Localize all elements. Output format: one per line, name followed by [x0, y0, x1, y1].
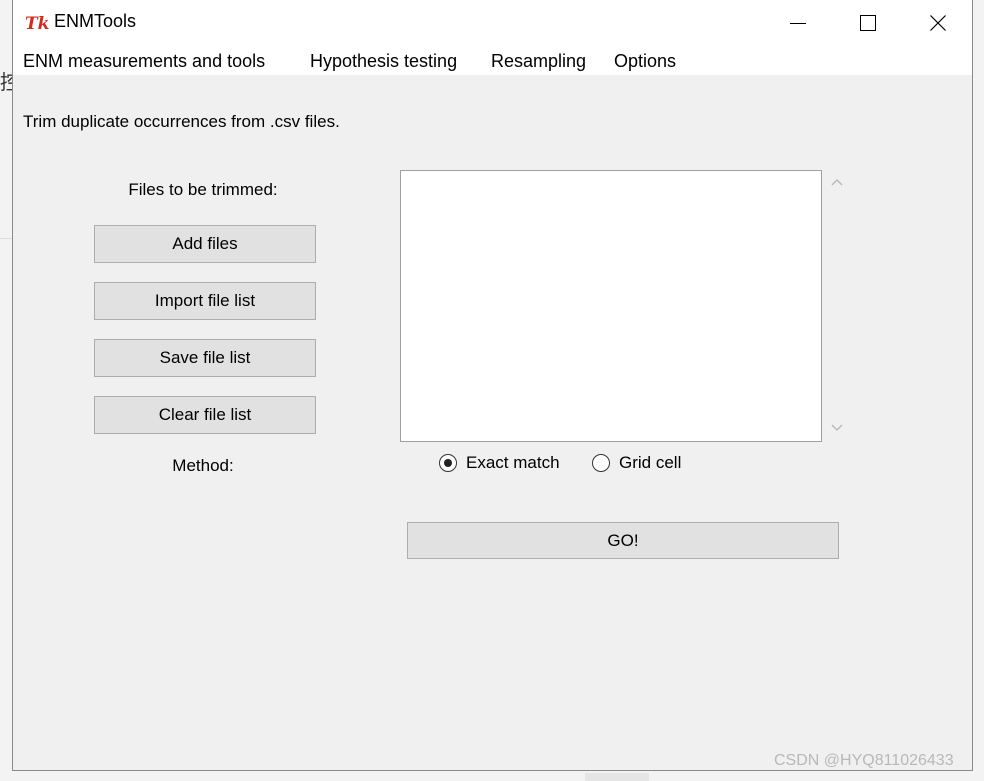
menu-bar: ENM measurements and tools Hypothesis te…	[13, 45, 972, 75]
title-bar[interactable]: Tk ENMTools	[13, 0, 972, 45]
clear-file-list-button[interactable]: Clear file list	[94, 396, 316, 434]
scroll-down-icon[interactable]	[831, 424, 843, 432]
window-title: ENMTools	[54, 11, 137, 31]
files-to-trim-label: Files to be trimmed:	[128, 180, 278, 199]
save-file-list-button[interactable]: Save file list	[94, 339, 316, 377]
maximize-icon	[860, 15, 876, 31]
file-list-scrollbar[interactable]	[824, 170, 851, 442]
minimize-button[interactable]	[763, 0, 833, 45]
radio-unselected-icon[interactable]	[592, 454, 610, 472]
close-icon	[930, 15, 946, 31]
radio-selected-icon[interactable]	[439, 454, 457, 472]
radio-exact-match-label: Exact match	[466, 453, 560, 472]
menu-options[interactable]: Options	[614, 51, 676, 72]
radio-grid-cell-label: Grid cell	[619, 453, 682, 472]
background-taskbar-fragment	[585, 773, 649, 781]
tk-logo-icon: Tk	[25, 14, 49, 34]
panel-description: Trim duplicate occurrences from .csv fil…	[23, 112, 340, 131]
maximize-button[interactable]	[833, 0, 903, 45]
trim-duplicates-panel: Trim duplicate occurrences from .csv fil…	[13, 75, 972, 771]
file-listbox[interactable]	[400, 170, 822, 442]
method-label: Method:	[172, 456, 234, 475]
menu-hypothesis-testing[interactable]: Hypothesis testing	[310, 51, 457, 72]
go-button[interactable]: GO!	[407, 522, 839, 559]
enmtools-window: Tk ENMTools ENM measurements and tools H…	[12, 0, 973, 771]
radio-grid-cell[interactable]: Grid cell	[592, 451, 681, 475]
background-divider	[0, 238, 12, 239]
menu-resampling[interactable]: Resampling	[491, 51, 586, 72]
import-file-list-button[interactable]: Import file list	[94, 282, 316, 320]
minimize-icon	[790, 23, 806, 24]
add-files-button[interactable]: Add files	[94, 225, 316, 263]
watermark: CSDN @HYQ811026433	[774, 752, 954, 769]
close-button[interactable]	[903, 0, 973, 45]
scroll-up-icon[interactable]	[831, 178, 843, 186]
background-window-glyph: 控	[0, 70, 12, 94]
svg-text:Tk: Tk	[25, 14, 49, 34]
menu-enm-measurements[interactable]: ENM measurements and tools	[23, 51, 265, 72]
radio-exact-match[interactable]: Exact match	[439, 451, 560, 475]
